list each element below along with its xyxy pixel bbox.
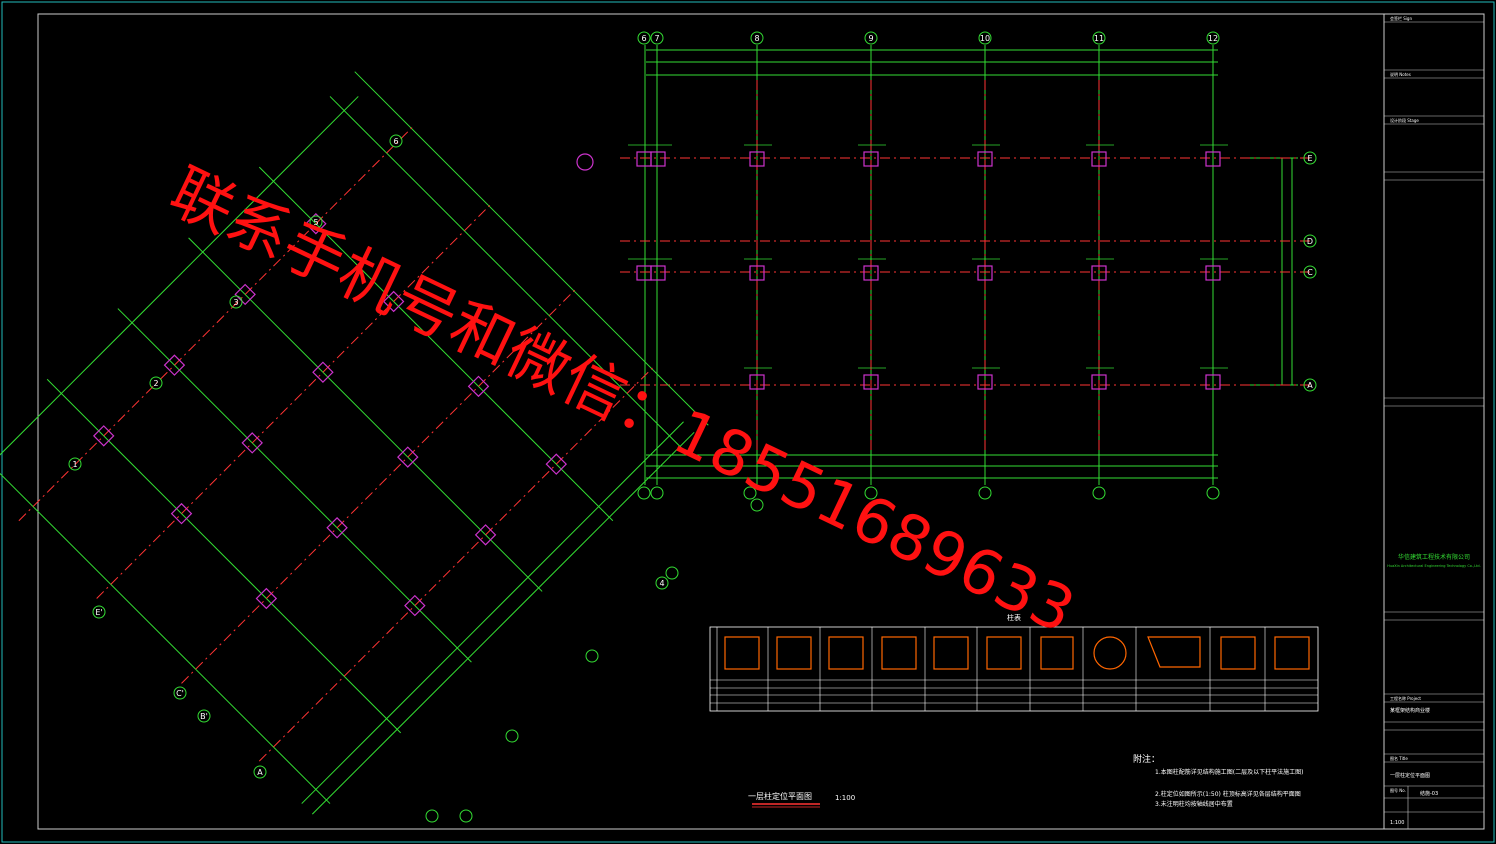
axis-label-top-11: 11 [1094, 34, 1104, 43]
column-table: 柱表 [709, 613, 1319, 712]
axis-label-right-c: C [1307, 268, 1313, 277]
plan-title: 一层柱定位平面图 [748, 791, 812, 801]
rotated-plan [0, 71, 709, 815]
axis-label-rot-6: 6 [393, 137, 398, 146]
axis-label-top-10: 10 [980, 34, 990, 43]
axis-label-right-d: D [1307, 237, 1313, 246]
axis-label-top-6: 6 [641, 34, 646, 43]
note-1: 1.本图柱配筋详见结构施工图(二层及以下柱平法施工图) [1155, 768, 1303, 776]
title-block-section-stage: 设计阶段 Stage [1390, 117, 1419, 123]
notes-title: 附注： [1133, 753, 1160, 765]
axis-label-top-7: 7 [654, 34, 659, 43]
title-block-section-notes: 说明 Notes [1390, 71, 1411, 77]
axis-label-rot-4: 4 [659, 579, 664, 588]
axis-label-rot-3: 3 [233, 298, 238, 307]
title-block-section-no: 图号 No. [1390, 787, 1406, 793]
title-block-company-en: HuaXin Architectural Engineering Technol… [1387, 564, 1481, 568]
axis-label-rot-a: A [257, 768, 263, 777]
axis-label-right-e: E [1307, 154, 1312, 163]
title-block-drawing-name: 一层柱定位平面图 [1390, 772, 1430, 779]
outer-frame [1, 1, 1495, 843]
axis-label-top-8: 8 [754, 34, 759, 43]
axis-label-rot-1: 1 [72, 460, 77, 469]
axis-label-rot-b: B' [200, 712, 208, 721]
axis-label-top-12: 12 [1208, 34, 1218, 43]
drawing-frame [37, 13, 1485, 830]
cad-drawing: 6 7 8 9 10 11 12 E D C A 1 2 3 4 5 6 A B… [0, 1, 1495, 843]
plan-scale: 1:100 [835, 794, 855, 802]
axis-label-right-a: A [1307, 381, 1313, 390]
right-plan: 6 7 8 9 10 11 12 E D C A [620, 31, 1317, 500]
title-block-section-project: 工程名称 Project [1390, 695, 1421, 701]
note-2: 2.柱定位如图所示(1:50) 柱顶标高详见各层结构平面图 [1155, 790, 1301, 798]
title-block: 华信建筑工程技术有限公司 HuaXin Architectural Engine… [1383, 13, 1485, 830]
title-block-section-title: 图名 Title [1390, 755, 1408, 761]
axis-label-rot-e: E' [95, 608, 102, 617]
title-block-scale: 1:100 [1390, 820, 1404, 826]
round-column [576, 153, 594, 171]
note-3: 3.未注明柱均按轴线居中布置 [1155, 800, 1233, 808]
axis-label-rot-5: 5 [313, 218, 318, 227]
axis-label-top-9: 9 [868, 34, 873, 43]
title-block-project: 某框架结构商业楼 [1390, 707, 1430, 714]
title-block-drawing-no: 结施-03 [1420, 790, 1438, 797]
title-block-company: 华信建筑工程技术有限公司 [1398, 553, 1470, 561]
table-title: 柱表 [1007, 613, 1021, 622]
axis-label-rot-2: 2 [153, 379, 158, 388]
axis-label-rot-c: C' [176, 689, 184, 698]
title-block-section-sign: 会签栏 Sign [1390, 15, 1412, 21]
